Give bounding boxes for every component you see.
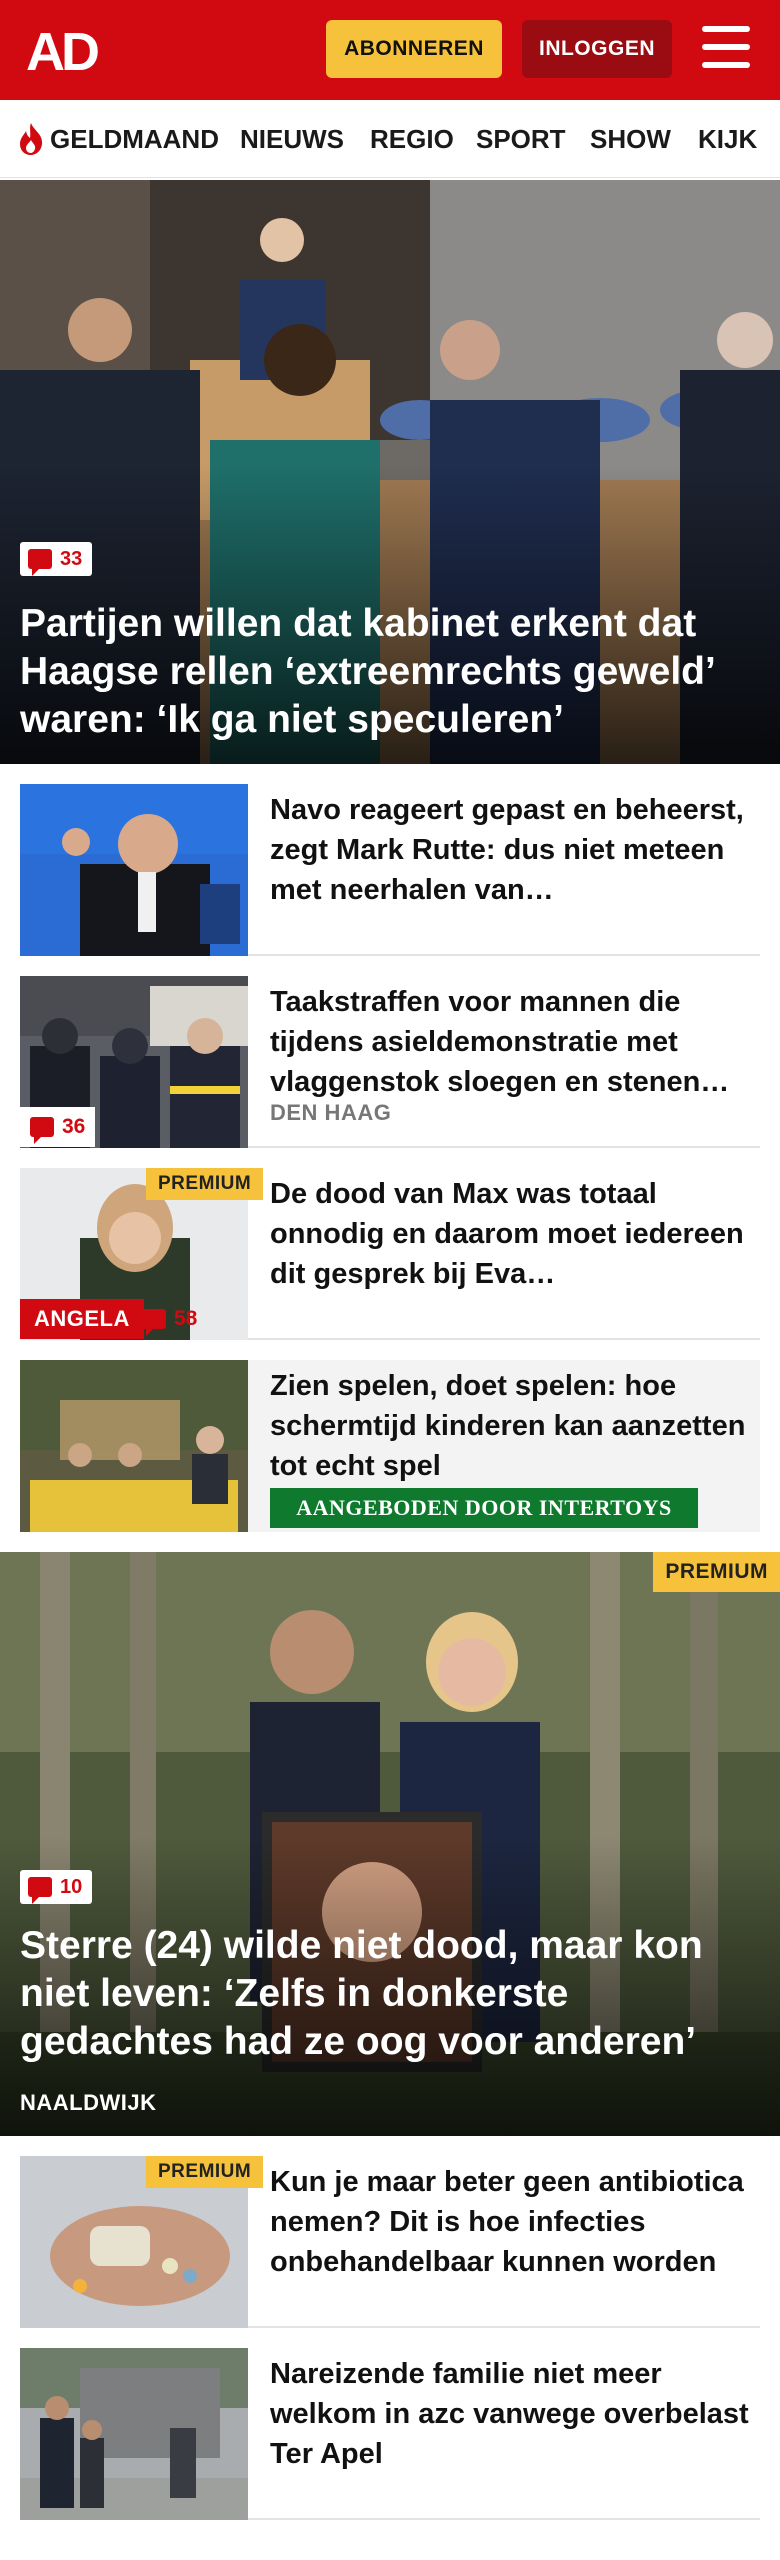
nav-item-regio[interactable]: REGIO [370,124,454,155]
article-item-max[interactable]: PREMIUM ANGELA 58 De dood van Max was to… [20,1168,760,1340]
comment-icon [30,1117,54,1144]
article-item-rutte[interactable]: Navo reageert gepast en beheerst, zegt M… [20,784,760,956]
article-item-taakstraffen[interactable]: 36 Taakstraffen voor mannen die tijdens … [20,976,760,1148]
comment-count: 10 [60,1875,83,1898]
hero-article-1[interactable]: 33 Partijen willen dat kabinet erkent da… [0,180,780,764]
sponsored-article-intertoys[interactable]: Zien spelen, doet spelen: hoe schermtijd… [20,1360,760,1532]
thumbnail [20,784,248,956]
premium-badge: PREMIUM [653,1552,780,1592]
thumbnail [20,1360,248,1532]
hero-1-title[interactable]: Partijen willen dat kabinet erkent dat H… [20,600,760,744]
comment-count: 33 [60,547,83,570]
article-title[interactable]: De dood van Max was totaal onnodig en da… [270,1174,750,1294]
section-nav: GELDMAAND NIEUWS REGIO SPORT SHOW KIJK [0,100,780,178]
nav-item-geldmaand[interactable]: GELDMAAND [50,124,219,155]
ad-logo[interactable]: AD [26,24,116,76]
comment-icon [28,1877,52,1904]
flame-icon [16,122,46,156]
comment-count-badge[interactable]: 36 [20,1107,96,1147]
nav-item-kijk[interactable]: KIJK [698,124,757,155]
logo-text: AD [26,24,98,76]
comment-count: 58 [174,1307,198,1330]
article-title[interactable]: Zien spelen, doet spelen: hoe schermtijd… [270,1366,750,1486]
premium-badge: PREMIUM [146,2156,264,2188]
comment-icon [28,549,52,576]
comment-count-badge[interactable]: 10 [20,1870,93,1904]
sponsored-by-label: AANGEBODEN DOOR INTERTOYS [270,1488,698,1528]
login-button[interactable]: INLOGGEN [522,20,672,78]
hero-2-location: NAALDWIJK [20,2090,157,2115]
article-title[interactable]: Taakstraffen voor mannen die tijdens asi… [270,982,750,1102]
subscribe-button[interactable]: ABONNEREN [326,20,502,78]
comment-count: 36 [62,1115,86,1138]
thumbnail [20,2348,248,2520]
article-title[interactable]: Kun je maar beter geen antibioti­ca neme… [270,2162,750,2282]
angela-tag[interactable]: ANGELA [20,1299,144,1339]
article-item-antibiotica[interactable]: PREMIUM Kun je maar beter geen antibioti… [20,2156,760,2328]
comment-count-badge[interactable]: 33 [20,542,93,576]
hamburger-menu-icon[interactable] [700,24,752,72]
premium-badge: PREMIUM [146,1168,264,1200]
article-title[interactable]: Nareizende familie niet meer welkom in a… [270,2354,750,2474]
hero-article-2[interactable]: PREMIUM 10 Sterre (24) wilde niet dood, … [0,1552,780,2136]
article-location: DEN HAAG [270,1100,392,1125]
comment-count-badge[interactable]: 58 [132,1299,207,1339]
article-title[interactable]: Navo reageert gepast en beheerst, zegt M… [270,790,750,910]
nav-item-sport[interactable]: SPORT [476,124,566,155]
hero-2-title[interactable]: Sterre (24) wilde niet dood, maar kon ni… [20,1922,760,2066]
article-item-ter-apel[interactable]: Nareizende familie niet meer welkom in a… [20,2348,760,2520]
nav-item-nieuws[interactable]: NIEUWS [240,124,344,155]
top-bar: AD ABONNEREN INLOGGEN [0,0,780,100]
comment-icon [142,1309,166,1336]
nav-item-show[interactable]: SHOW [590,124,671,155]
